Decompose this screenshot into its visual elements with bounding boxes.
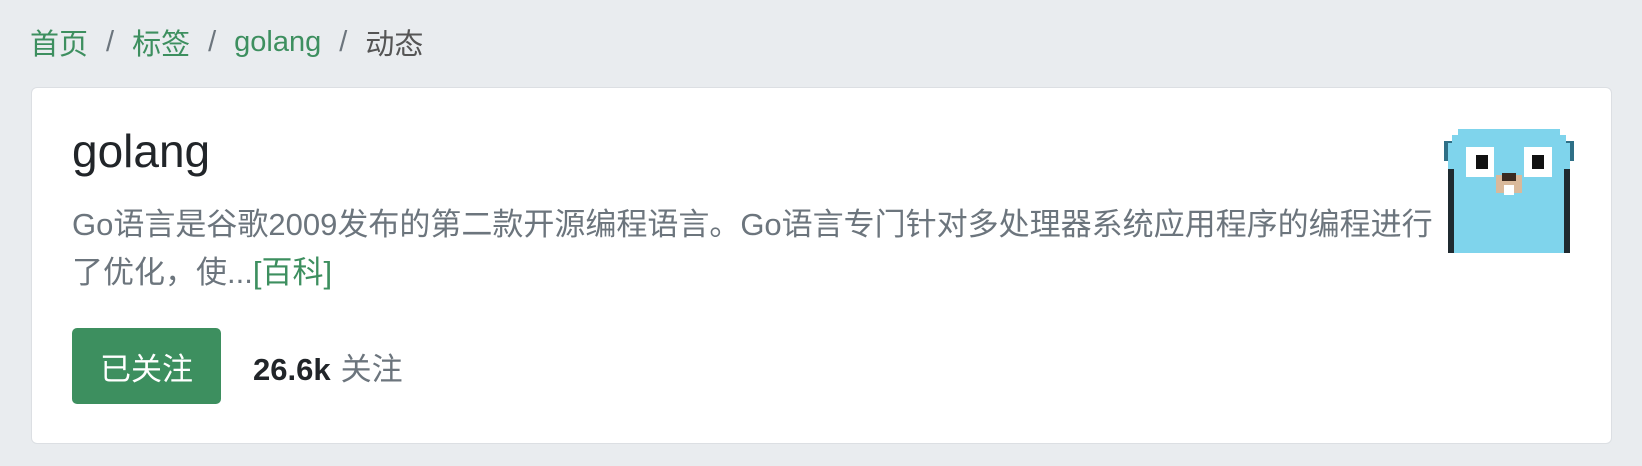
tag-title: golang <box>72 125 211 177</box>
breadcrumb-separator: / <box>339 25 348 58</box>
breadcrumb: 首页 / 标签 / golang / 动态 <box>30 22 423 62</box>
follow-button[interactable]: 已关注 <box>72 328 221 404</box>
follower-count-number: 26.6k <box>253 351 331 387</box>
breadcrumb-separator: / <box>106 25 115 58</box>
breadcrumb-home-link[interactable]: 首页 <box>30 21 88 63</box>
breadcrumb-tags-link[interactable]: 标签 <box>132 21 190 63</box>
wiki-link[interactable]: [百科] <box>253 255 332 290</box>
gopher-icon <box>1444 129 1574 253</box>
breadcrumb-current: 动态 <box>365 29 424 61</box>
breadcrumb-tag-link[interactable]: golang <box>234 26 321 59</box>
follower-count-label: 关注 <box>340 351 403 387</box>
follower-count: 26.6k 关注 <box>253 344 403 389</box>
tag-description: Go语言是谷歌2009发布的第二款开源编程语言。Go语言专门针对多处理器系统应用… <box>72 201 1452 297</box>
breadcrumb-separator: / <box>208 25 217 58</box>
follow-row: 已关注 26.6k 关注 <box>72 328 403 404</box>
tag-card: golang Go语言是谷歌2009发布的第二款开源编程语言。Go语言专门针对多… <box>31 87 1612 444</box>
